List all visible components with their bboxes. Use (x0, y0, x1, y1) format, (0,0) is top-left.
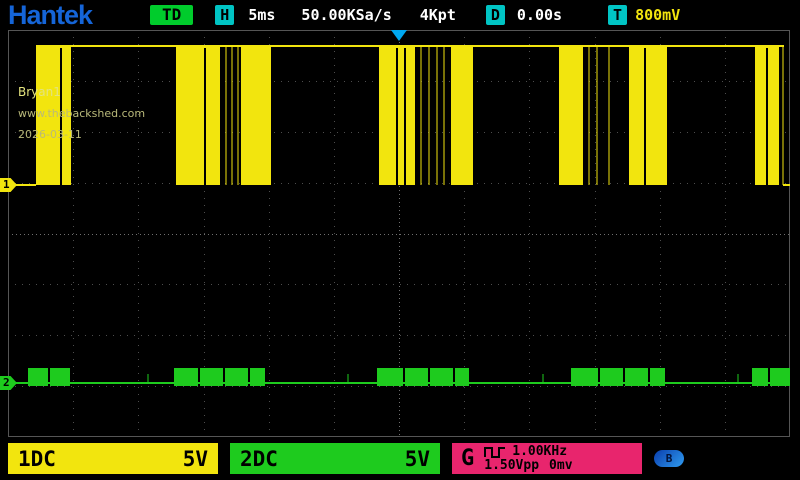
horizontal-label-badge: H (215, 5, 234, 25)
usb-device-badge: B (654, 450, 684, 467)
trigger-level-value: 800mV (635, 6, 680, 24)
generator-label: G (461, 446, 474, 471)
annotation-user: Bryan1 (18, 82, 145, 103)
annotation-overlay: Bryan1 www.thebackshed.com 2026-03-11 (18, 82, 145, 145)
annotation-site: www.thebackshed.com (18, 103, 145, 124)
graticule: Bryan1 www.thebackshed.com 2026-03-11 1 … (8, 30, 790, 437)
top-status-bar: Hantek TD H 5ms 50.00KSa/s 4Kpt D 0.00s … (0, 0, 800, 30)
generator-amplitude: 1.50Vpp (484, 459, 539, 473)
ch2-status-box: 2DC 5V (230, 443, 440, 474)
sample-rate-value: 50.00KSa/s (301, 6, 391, 24)
trigger-position-marker-icon (391, 30, 407, 41)
timebase-value: 5ms (248, 6, 275, 24)
generator-frequency: 1.00KHz (512, 445, 567, 459)
bottom-status-bar: 1DC 5V 2DC 5V G 1.00KHz 1.50Vpp 0mv (0, 437, 800, 480)
ch1-volts-div: 5V (183, 447, 208, 471)
delay-value: 0.00s (517, 6, 562, 24)
ch1-status-box: 1DC 5V (8, 443, 218, 474)
ch2-coupling-label: 2DC (240, 447, 278, 471)
square-wave-icon (484, 446, 506, 458)
annotation-date: 2026-03-11 (18, 124, 145, 145)
ch1-coupling-label: 1DC (18, 447, 56, 471)
memory-depth-value: 4Kpt (420, 6, 456, 24)
hantek-logo: Hantek (8, 1, 92, 29)
generator-status-box: G 1.00KHz 1.50Vpp 0mv (452, 443, 642, 474)
oscilloscope-screen: Hantek TD H 5ms 50.00KSa/s 4Kpt D 0.00s … (0, 0, 800, 480)
trigger-mode-badge: TD (150, 5, 193, 25)
ch2-volts-div: 5V (405, 447, 430, 471)
delay-label-badge: D (486, 5, 505, 25)
trigger-label-badge: T (608, 5, 627, 25)
generator-offset: 0mv (549, 459, 572, 473)
